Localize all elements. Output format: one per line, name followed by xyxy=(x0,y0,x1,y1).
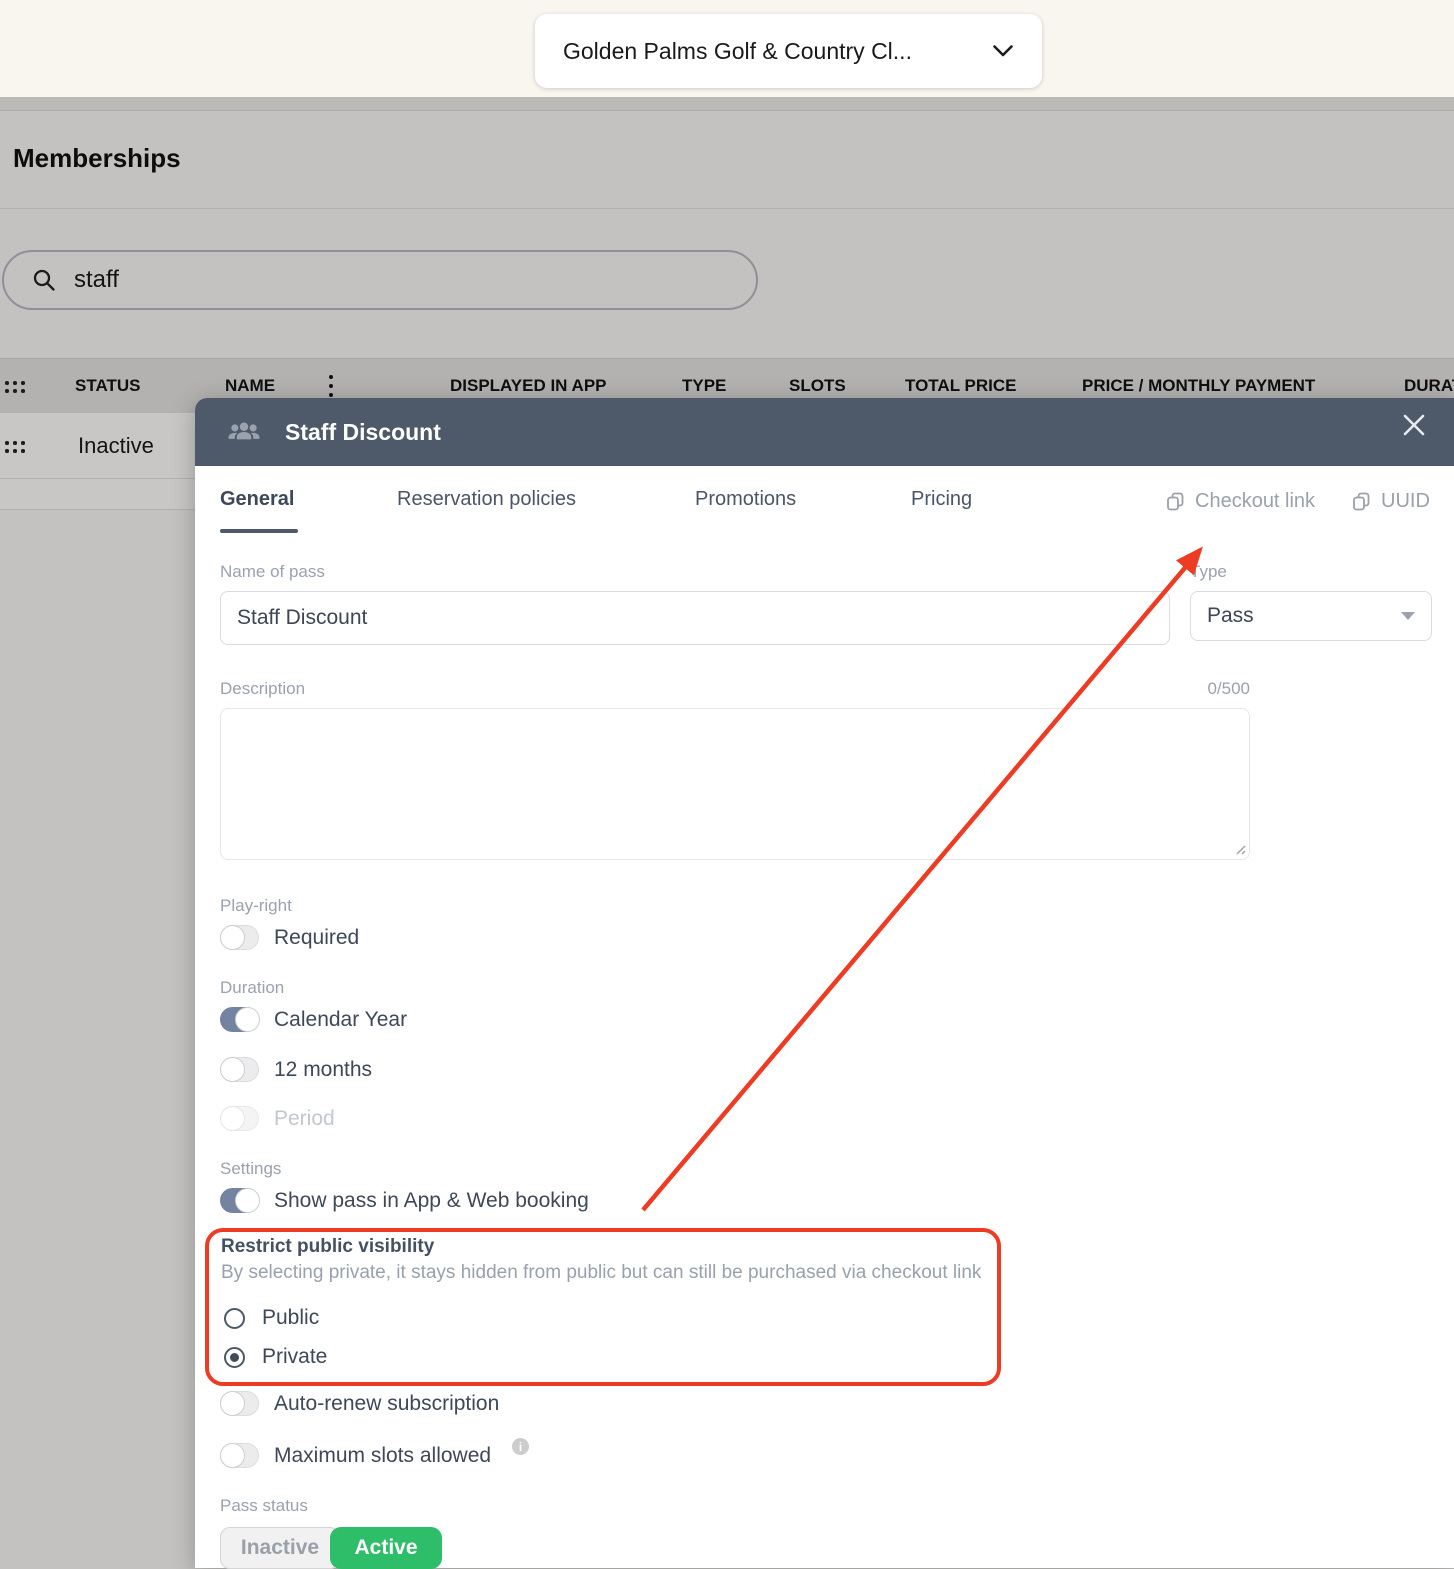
twelve-months-toggle-row: 12 months xyxy=(220,1057,372,1082)
search-input[interactable] xyxy=(72,265,696,295)
restrict-visibility-title: Restrict public visibility xyxy=(221,1236,435,1257)
description-label: Description xyxy=(220,679,306,698)
search-input-wrapper xyxy=(2,250,758,310)
checkout-link-label: Checkout link xyxy=(1195,490,1316,512)
twelve-months-label: 12 months xyxy=(274,1057,373,1081)
type-select-value: Pass xyxy=(1207,604,1254,627)
pass-detail-modal: Staff Discount General Reservation polic… xyxy=(195,398,1454,1569)
copy-icon xyxy=(1353,492,1370,511)
caret-down-icon xyxy=(1401,612,1415,620)
members-group-icon xyxy=(228,421,260,444)
tab-reservation-policies[interactable]: Reservation policies xyxy=(397,488,576,511)
max-slots-label: Maximum slots allowed xyxy=(274,1443,492,1467)
show-pass-toggle-row: Show pass in App & Web booking xyxy=(220,1188,589,1213)
description-textarea[interactable] xyxy=(220,708,1250,860)
max-slots-toggle[interactable] xyxy=(220,1443,259,1468)
info-icon[interactable]: i xyxy=(512,1438,530,1455)
pass-status-inactive-button[interactable]: Inactive xyxy=(220,1527,340,1569)
show-pass-toggle[interactable] xyxy=(220,1188,260,1213)
uuid-button[interactable]: UUID xyxy=(1351,490,1430,513)
checkout-link-button[interactable]: Checkout link xyxy=(1165,490,1315,513)
char-counter: 0/500 xyxy=(1207,679,1250,698)
required-toggle-row: Required xyxy=(220,925,359,950)
auto-renew-toggle-row: Auto-renew subscription xyxy=(220,1391,499,1416)
play-right-label: Play-right xyxy=(220,896,292,915)
modal-header: Staff Discount xyxy=(195,398,1454,466)
required-toggle[interactable] xyxy=(220,925,259,950)
active-tab-underline xyxy=(220,529,298,533)
pass-status-label: Pass status xyxy=(220,1496,308,1515)
public-label: Public xyxy=(262,1306,320,1329)
divider xyxy=(0,208,1454,209)
calendar-year-toggle-row: Calendar Year xyxy=(220,1007,407,1032)
pass-status-segmented-control: Inactive Active xyxy=(220,1527,442,1569)
calendar-year-toggle[interactable] xyxy=(220,1007,260,1032)
club-selector-label: Golden Palms Golf & Country Cl... xyxy=(563,37,912,64)
chevron-down-icon xyxy=(993,45,1013,57)
name-of-pass-label: Name of pass xyxy=(220,562,325,581)
search-icon xyxy=(33,269,55,291)
toolbar-strip xyxy=(0,97,1454,111)
auto-renew-toggle[interactable] xyxy=(220,1391,259,1416)
max-slots-toggle-row: Maximum slots allowed i xyxy=(220,1438,530,1468)
name-of-pass-input[interactable] xyxy=(220,591,1170,645)
tab-promotions[interactable]: Promotions xyxy=(695,488,796,511)
column-status[interactable]: STATUS xyxy=(75,359,140,413)
close-icon[interactable] xyxy=(1396,407,1432,443)
settings-label: Settings xyxy=(220,1159,282,1178)
tab-pricing[interactable]: Pricing xyxy=(911,488,972,511)
visibility-option-private[interactable]: Private xyxy=(224,1345,327,1369)
pass-status-active-button[interactable]: Active xyxy=(330,1527,442,1569)
required-label: Required xyxy=(274,925,360,949)
period-label: Period xyxy=(274,1106,335,1130)
modal-title: Staff Discount xyxy=(285,418,441,445)
period-toggle[interactable] xyxy=(220,1106,259,1131)
visibility-option-public[interactable]: Public xyxy=(224,1306,319,1330)
twelve-months-toggle[interactable] xyxy=(220,1057,259,1082)
club-selector-button[interactable]: Golden Palms Golf & Country Cl... xyxy=(535,14,1042,88)
period-toggle-row: Period xyxy=(220,1106,335,1131)
page-title: Memberships xyxy=(13,143,181,173)
show-pass-label: Show pass in App & Web booking xyxy=(274,1188,589,1212)
duration-label: Duration xyxy=(220,978,285,997)
top-bar: Golden Palms Golf & Country Cl... xyxy=(0,0,1454,97)
copy-icon xyxy=(1167,492,1184,511)
restrict-visibility-subtitle: By selecting private, it stays hidden fr… xyxy=(221,1262,982,1283)
private-label: Private xyxy=(262,1345,328,1368)
auto-renew-label: Auto-renew subscription xyxy=(274,1391,500,1415)
tab-general[interactable]: General xyxy=(220,488,294,511)
type-label: Type xyxy=(1190,562,1227,581)
status-cell: Inactive xyxy=(78,432,154,458)
calendar-year-label: Calendar Year xyxy=(274,1007,408,1031)
drag-handle-icon[interactable] xyxy=(5,381,25,393)
radio-icon[interactable] xyxy=(224,1307,245,1329)
uuid-label: UUID xyxy=(1381,490,1430,512)
type-select[interactable]: Pass xyxy=(1190,591,1432,641)
radio-icon[interactable] xyxy=(224,1346,245,1368)
drag-handle-icon[interactable] xyxy=(5,441,25,453)
